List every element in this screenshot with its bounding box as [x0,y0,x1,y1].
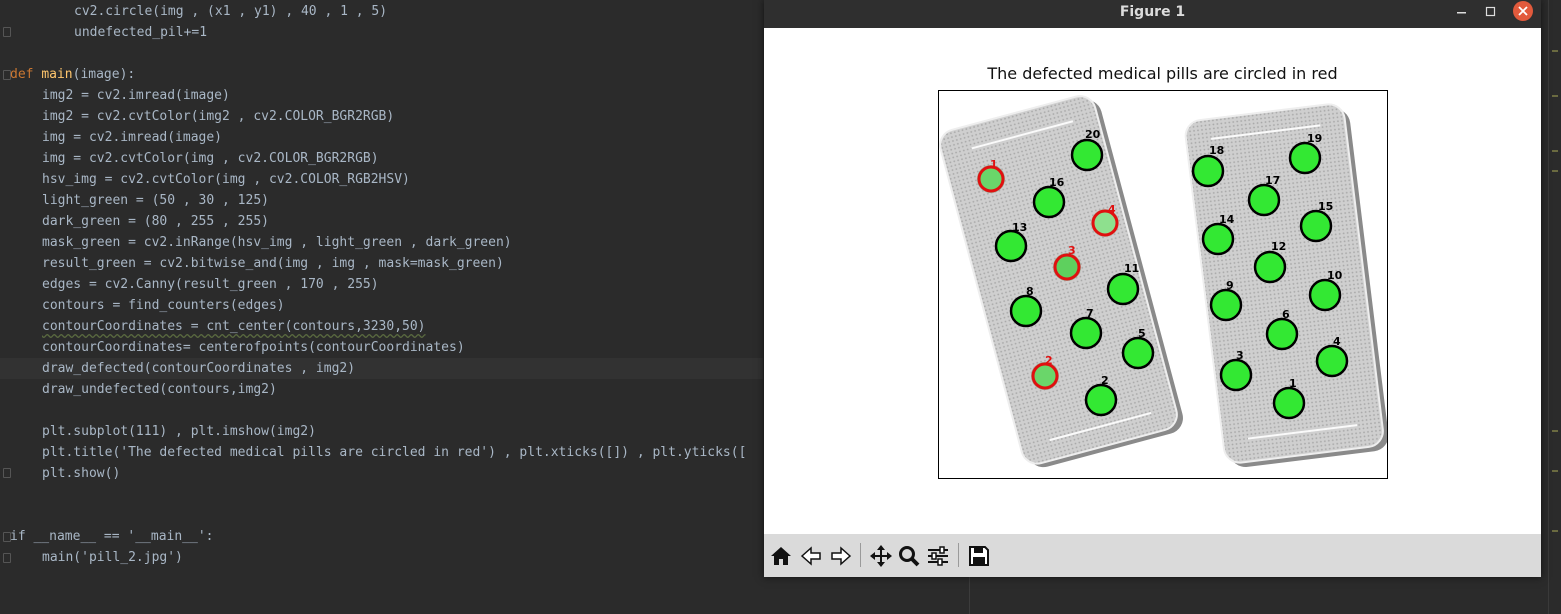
back-button[interactable] [797,542,825,569]
svg-text:14: 14 [1219,213,1235,226]
code-line[interactable]: contourCoordinates= centerofpoints(conto… [42,337,465,358]
svg-text:1: 1 [1289,377,1297,390]
code-line[interactable]: img2 = cv2.imread(image) [42,85,230,106]
svg-text:11: 11 [1124,262,1139,275]
code-line[interactable]: edges = cv2.Canny(result_green , 170 , 2… [42,274,379,295]
svg-text:13: 13 [1012,221,1027,234]
svg-text:19: 19 [1307,132,1322,145]
save-icon [969,545,989,566]
code-line[interactable]: img = cv2.imread(image) [42,127,222,148]
forward-button[interactable] [827,542,855,569]
code-line[interactable]: contours = find_counters(edges) [42,295,285,316]
svg-text:15: 15 [1318,200,1333,213]
svg-text:7: 7 [1086,307,1094,320]
toolbar-separator [860,543,861,567]
scroll-marker [1552,530,1558,532]
code-line[interactable]: undefected_pil+=1 [74,22,207,43]
code-line[interactable]: plt.title('The defected medical pills ar… [42,442,746,463]
scroll-marker [1552,95,1558,97]
svg-text:20: 20 [1085,128,1101,141]
code-line[interactable]: cv2.circle(img , (x1 , y1) , 40 , 1 , 5) [74,1,387,22]
code-line[interactable]: light_green = (50 , 30 , 125) [42,190,269,211]
fold-marker[interactable] [3,27,11,37]
figure-canvas[interactable]: The defected medical pills are circled i… [764,28,1541,534]
code-line[interactable]: result_green = cv2.bitwise_and(img , img… [42,253,504,274]
zoom-icon [899,545,920,566]
pill-image: 20 16 13 11 8 7 5 2 1 4 3 2 18 19 17 14 … [939,95,1389,468]
current-code-line[interactable]: draw_defected(contourCoordinates , img2) [0,358,763,379]
svg-text:6: 6 [1282,308,1290,321]
svg-text:17: 17 [1265,174,1280,187]
code-line[interactable]: img2 = cv2.cvtColor(img2 , cv2.COLOR_BGR… [42,106,394,127]
svg-text:3: 3 [1068,244,1076,257]
save-button[interactable] [965,542,993,569]
scroll-marker [1552,150,1558,152]
back-icon [800,545,821,566]
scroll-marker [1552,170,1558,172]
svg-text:16: 16 [1049,176,1065,189]
close-icon[interactable] [1513,1,1533,21]
fold-marker[interactable] [3,468,11,478]
maximize-icon[interactable] [1481,2,1501,22]
svg-text:10: 10 [1327,269,1343,282]
svg-text:2: 2 [1045,354,1053,367]
svg-text:12: 12 [1271,240,1286,253]
plot-axes[interactable]: 20 16 13 11 8 7 5 2 1 4 3 2 18 19 17 14 … [938,90,1389,479]
code-line[interactable]: dark_green = (80 , 255 , 255) [42,211,269,232]
svg-text:4: 4 [1108,203,1116,216]
zoom-button[interactable] [895,542,923,569]
configure-button[interactable] [924,542,952,569]
svg-text:4: 4 [1333,335,1341,348]
plot-title: The defected medical pills are circled i… [987,64,1338,83]
code-line[interactable]: mask_green = cv2.inRange(hsv_img , light… [42,232,512,253]
window-title: Figure 1 [1119,4,1186,20]
matplotlib-toolbar [764,534,1541,577]
svg-text:9: 9 [1226,279,1234,292]
window-titlebar[interactable]: Figure 1 [764,0,1541,28]
scroll-marker [1552,470,1558,472]
home-button[interactable] [767,542,795,569]
editor-scrollbar[interactable] [1548,0,1561,614]
figure-window[interactable]: Figure 1 The defected medical pills are … [764,0,1541,577]
code-line[interactable]: plt.show() [42,463,120,484]
svg-text:3: 3 [1236,349,1244,362]
code-line[interactable]: plt.subplot(111) , plt.imshow(img2) [42,421,316,442]
code-line[interactable]: hsv_img = cv2.cvtColor(img , cv2.COLOR_R… [42,169,410,190]
minimize-icon[interactable] [1452,2,1472,22]
svg-text:5: 5 [1138,327,1146,340]
forward-icon [831,545,852,566]
fold-marker[interactable] [3,553,11,563]
pan-button[interactable] [867,542,895,569]
scroll-marker [1552,50,1558,52]
pan-icon [870,544,892,567]
left-blister-pack [939,95,1183,468]
toolbar-separator [958,543,959,567]
code-line[interactable]: main('pill_2.jpg') [42,547,183,568]
svg-text:2: 2 [1101,374,1109,387]
configure-icon [928,545,948,566]
svg-text:1: 1 [990,158,998,171]
svg-text:18: 18 [1209,144,1224,157]
home-icon [771,546,791,565]
code-line[interactable]: def main(image): [10,64,135,85]
code-line[interactable]: draw_undefected(contours,img2) [42,379,277,400]
code-line[interactable]: if __name__ == '__main__': [10,526,214,547]
svg-text:8: 8 [1026,285,1034,298]
scroll-marker [1552,430,1558,432]
code-line[interactable]: img = cv2.cvtColor(img , cv2.COLOR_BGR2R… [42,148,379,169]
code-line[interactable]: contourCoordinates = cnt_center(contours… [42,316,426,337]
